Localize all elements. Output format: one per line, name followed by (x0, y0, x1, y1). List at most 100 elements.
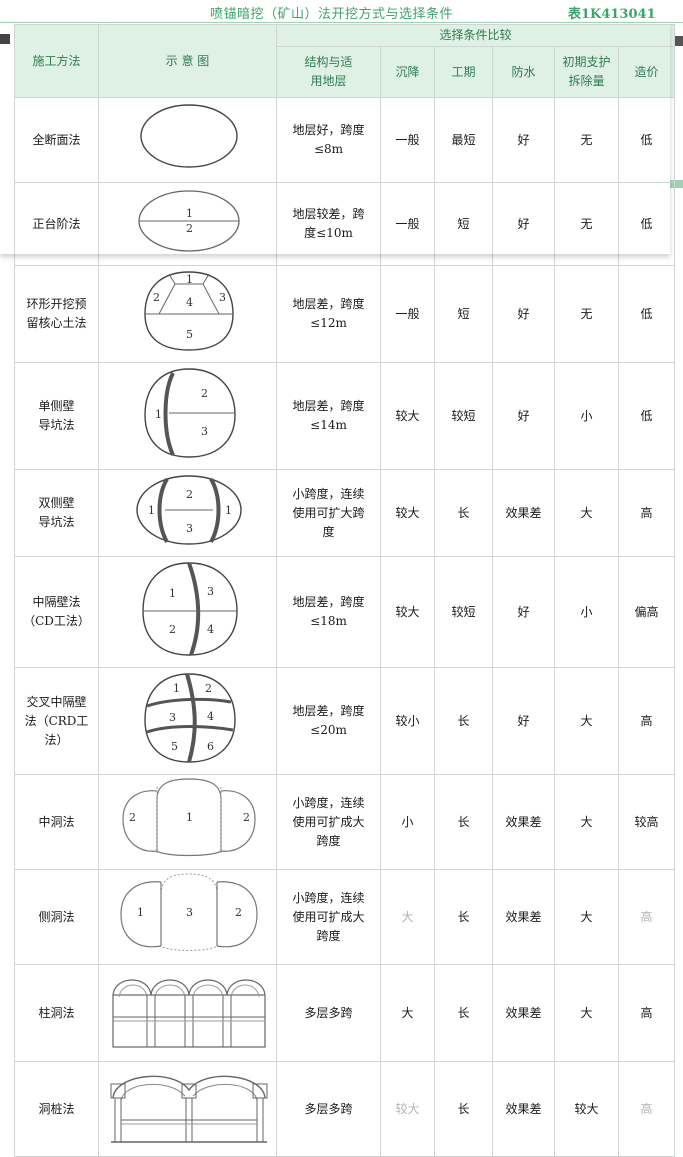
table-row: 中隔壁法 （CD工法） 1 3 2 4 地层差，跨度 ≤18m 较大 较短 好 小 … (14, 556, 676, 668)
section-label: 4 (186, 296, 193, 309)
diagram-cell: 1 3 2 (98, 869, 277, 965)
structure-line: ≤20m (310, 723, 347, 737)
table-row: 环形开挖预留核心土法 1 2 3 4 5 地层差，跨度 ≤12m 一般 短 好 (14, 265, 676, 363)
header-group: 选择条件比较 (275, 24, 676, 47)
table-row: 双侧壁 导坑法 1 1 2 3 小跨度，连续 使用可扩大跨度 较大 长 效果差 大 … (14, 469, 676, 557)
structure-line: ≤8m (313, 142, 344, 156)
settlement-cell: 小 (380, 774, 435, 870)
diagram-cell: 1 2 (98, 182, 277, 266)
structure-line: 使用可扩成大 (292, 814, 365, 829)
header-structure: 结构与适 用地层 (276, 46, 381, 98)
table-caption: 喷锚暗挖（矿山）法开挖方式与选择条件 表1K413041 (0, 0, 683, 22)
method-cell: 交叉中隔壁 法（CRD工 法） (14, 667, 99, 775)
cross-brace-upper (146, 697, 232, 708)
structure-cell: 地层差，跨度 ≤20m (276, 667, 381, 775)
method-cell: 中隔壁法 （CD工法） (14, 556, 99, 668)
method-cell: 环形开挖预 留核心土法 (14, 265, 99, 363)
section-label: 2 (153, 291, 160, 304)
method-line: 留核心土法 (26, 316, 87, 330)
period-cell: 长 (434, 469, 493, 557)
header-cost: 造价 (617, 46, 676, 98)
section-label: 2 (129, 811, 136, 824)
table-row: 交叉中隔壁 法（CRD工 法） 1 2 3 4 5 6 地层差，跨度 ≤20m 较小 … (14, 667, 676, 775)
pile (114, 1097, 122, 1143)
section-label: 1 (186, 811, 193, 824)
settlement-cell: 大 (380, 869, 435, 965)
period-cell: 较短 (434, 556, 493, 668)
table-row: 正台阶法 1 2 地层较差，跨 度≤10m 一般 短 好 无 低 (14, 182, 676, 266)
section-label: 1 (148, 504, 155, 517)
section-label: 4 (207, 623, 214, 636)
diagram-cell: 1 3 2 4 (98, 556, 277, 668)
structure-line: 使用可扩成大 (292, 909, 365, 924)
structure-line: 地层差，跨度 (292, 595, 365, 609)
double-side-drift-diagram: 1 1 2 3 (136, 475, 242, 545)
structure-cell: 地层好，跨度 ≤8m (276, 97, 381, 183)
structure-line: 小跨度，连续 (292, 486, 365, 501)
middle-wall (185, 673, 197, 763)
method-cell: 双侧壁 导坑法 (14, 469, 99, 557)
support-cell: 无 (554, 97, 619, 183)
cross-brace-lower (146, 725, 234, 734)
section-label: 1 (137, 906, 144, 919)
method-line: 导坑法 (38, 418, 75, 432)
cost-cell: 低 (617, 182, 676, 266)
method-line: 双侧壁 (38, 496, 75, 510)
structure-line: 小跨度，连续 (292, 795, 365, 810)
structure-line: 小跨度，连续 (292, 890, 365, 905)
structure-line: 使用可扩大跨 (292, 505, 365, 520)
waterproof-cell: 好 (492, 182, 555, 266)
section-label: 2 (235, 906, 242, 919)
header-support-line: 初期支护 (562, 55, 611, 69)
tunnel-outline (140, 104, 238, 168)
side-drift-diagram: 1 3 2 (120, 873, 258, 951)
method-cell: 正台阶法 (14, 182, 99, 266)
section-label: 2 (205, 682, 212, 695)
section-label: 2 (186, 488, 193, 501)
settlement-cell: 较大 (380, 362, 435, 470)
period-cell: 长 (434, 774, 493, 870)
edge-mark-left (0, 34, 10, 44)
settlement-cell: 一般 (380, 265, 435, 363)
crd-method-diagram: 1 2 3 4 5 6 (144, 673, 236, 763)
excavation-method-table: 施工方法 示 意 图 选择条件比较 结构与适 用地层 沉降 工期 防水 初期支护… (14, 24, 676, 1157)
table-row: 单侧壁 导坑法 1 2 3 地层差，跨度 ≤14m 较大 较短 好 小 低 (14, 362, 676, 470)
section-label: 1 (186, 207, 193, 220)
structure-cell: 小跨度，连续 使用可扩成大 跨度 (276, 869, 381, 965)
section-label: 5 (171, 740, 178, 753)
cost-cell: 高 (617, 469, 676, 557)
settlement-cell: 较大 (380, 556, 435, 668)
cost-cell: 高 (617, 667, 676, 775)
structure-line: ≤18m (310, 614, 347, 628)
structure-cell: 小跨度，连续 使用可扩成大 跨度 (276, 774, 381, 870)
full-face-diagram (140, 104, 238, 168)
cost-cell: 偏高 (617, 556, 676, 668)
settlement-cell: 较大 (380, 1061, 435, 1157)
pillar-drift-diagram (112, 979, 266, 1048)
table-row: 全断面法 地层好，跨度 ≤8m 一般 最短 好 无 低 (14, 97, 676, 183)
waterproof-cell: 效果差 (492, 1061, 555, 1157)
structure-line: ≤14m (310, 418, 347, 432)
section-label: 2 (169, 623, 176, 636)
method-cell: 柱洞法 (14, 964, 99, 1062)
method-line: 柱洞法 (38, 1005, 75, 1020)
method-line: 侧洞法 (38, 909, 75, 924)
pile (256, 1097, 264, 1143)
settlement-cell: 大 (380, 964, 435, 1062)
support-cell: 大 (554, 774, 619, 870)
cost-cell: 低 (617, 97, 676, 183)
waterproof-cell: 好 (492, 97, 555, 183)
waterproof-cell: 效果差 (492, 964, 555, 1062)
period-cell: 较短 (434, 362, 493, 470)
bench-diagram: 1 2 (138, 190, 240, 252)
waterproof-cell: 好 (492, 556, 555, 668)
settlement-cell: 一般 (380, 97, 435, 183)
section-label: 1 (173, 682, 180, 695)
structure-line: 地层差，跨度 (292, 297, 365, 311)
section-label: 3 (207, 585, 214, 598)
method-line: 正台阶法 (32, 216, 81, 231)
section-label: 1 (155, 408, 162, 421)
structure-line: 跨度 (316, 928, 341, 943)
diagram-cell (98, 1061, 277, 1157)
structure-cell: 多层多跨 (276, 1061, 381, 1157)
